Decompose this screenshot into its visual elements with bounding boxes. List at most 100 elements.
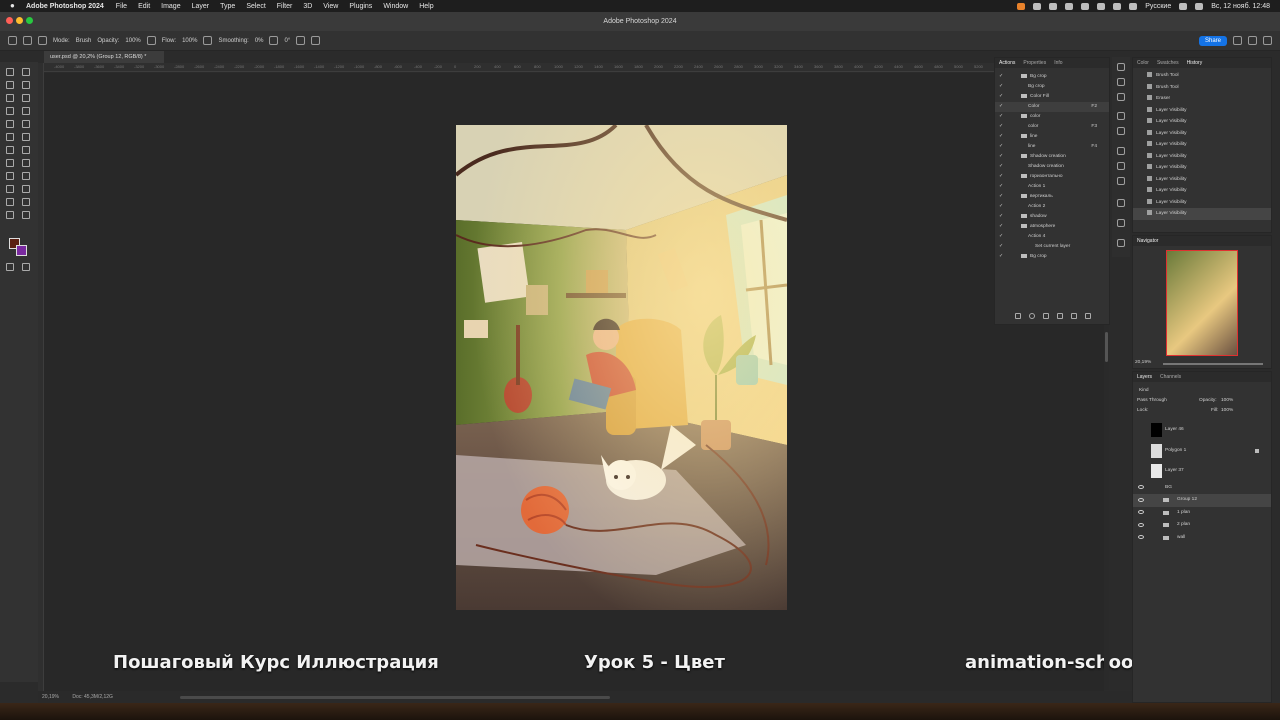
tab-info[interactable]: Info [1054, 60, 1062, 66]
history-state[interactable]: Layer Visibility [1133, 174, 1271, 186]
glyphs-icon[interactable] [1117, 219, 1125, 227]
zoom-level[interactable]: 20,19% [42, 694, 59, 700]
layer-row[interactable]: wall [1133, 532, 1271, 545]
action-toggle-checkbox[interactable]: ✓ [999, 152, 1004, 162]
action-toggle-checkbox[interactable]: ✓ [999, 112, 1004, 122]
tab-history[interactable]: History [1187, 60, 1203, 66]
menu-layer[interactable]: Layer [192, 3, 210, 10]
navigator-zoom[interactable]: 20,19% [1135, 360, 1151, 365]
tab-actions[interactable]: Actions [999, 60, 1015, 66]
app-name-menu[interactable]: Adobe Photoshop 2024 [26, 3, 104, 10]
color-icon[interactable] [1117, 147, 1125, 155]
blend-mode-select[interactable]: Pass Through [1137, 398, 1167, 403]
tab-layers[interactable]: Layers [1137, 374, 1152, 380]
brush-settings-icon[interactable] [38, 36, 47, 45]
menu-view[interactable]: View [323, 3, 338, 10]
home-icon[interactable] [8, 36, 17, 45]
gradient-tool-icon[interactable] [22, 146, 30, 154]
action-row[interactable]: ✓ color F3 [995, 122, 1109, 132]
navigator-zoom-slider[interactable] [1163, 363, 1263, 365]
menu-filter[interactable]: Filter [277, 3, 293, 10]
marquee-tool-icon[interactable] [22, 68, 30, 76]
history-state[interactable]: Layer Visibility [1133, 197, 1271, 209]
new-action-icon[interactable] [1071, 313, 1077, 319]
background-color-swatch[interactable] [16, 245, 27, 256]
battery-icon[interactable] [1113, 2, 1122, 10]
menu-type[interactable]: Type [220, 3, 235, 10]
action-row[interactable]: ✓ Bg crop [995, 252, 1109, 262]
eraser-tool-icon[interactable] [6, 146, 14, 154]
menu-3d[interactable]: 3D [303, 3, 312, 10]
history-brush-icon[interactable] [22, 133, 30, 141]
menu-image[interactable]: Image [161, 3, 180, 10]
history-state[interactable]: Layer Visibility [1133, 162, 1271, 174]
brush-tool-icon[interactable] [22, 120, 30, 128]
tools-icon[interactable] [1117, 199, 1125, 207]
history-state[interactable]: Brush Tool [1133, 70, 1271, 82]
history-state[interactable]: Layer Visibility [1133, 116, 1271, 128]
mode-select[interactable]: Brush [76, 38, 92, 44]
action-toggle-checkbox[interactable]: ✓ [999, 82, 1004, 92]
action-toggle-checkbox[interactable]: ✓ [999, 232, 1004, 242]
search-icon[interactable] [1179, 2, 1188, 10]
type-tool-icon[interactable] [22, 172, 30, 180]
layer-visibility-eye-icon[interactable] [1138, 497, 1144, 502]
recording-icon[interactable] [1017, 2, 1026, 10]
delete-action-icon[interactable] [1085, 313, 1091, 319]
close-window-button[interactable] [6, 17, 13, 24]
action-row[interactable]: ✓ Color Fill [995, 92, 1109, 102]
search-icon[interactable] [1233, 36, 1242, 45]
layer-visibility-eye-icon[interactable] [1138, 485, 1144, 490]
control-center-icon[interactable] [1195, 2, 1204, 10]
menu-file[interactable]: File [116, 3, 127, 10]
history-state[interactable]: Layer Visibility [1133, 185, 1271, 197]
document-size[interactable]: Doc: 45,3M/2,12G [72, 694, 113, 700]
symmetry-icon[interactable] [311, 36, 321, 45]
edit-toolbar-icon[interactable] [22, 211, 30, 219]
action-row[interactable]: ✓ Action 4 [995, 232, 1109, 242]
tab-swatches[interactable]: Swatches [1157, 60, 1179, 66]
record-icon[interactable] [1029, 313, 1035, 319]
new-set-icon[interactable] [1057, 313, 1063, 319]
canvas-horizontal-scrollbar[interactable] [180, 696, 610, 699]
action-toggle-checkbox[interactable]: ✓ [999, 102, 1004, 112]
action-toggle-checkbox[interactable]: ✓ [999, 242, 1004, 252]
action-row[interactable]: ✓ Bg crop [995, 72, 1109, 82]
pen-tool-icon[interactable] [6, 172, 14, 180]
action-row[interactable]: ✓ Action 2 [995, 202, 1109, 212]
sync-icon[interactable] [1049, 2, 1058, 10]
layer-row[interactable]: 2 plan [1133, 519, 1271, 532]
history-state[interactable]: Eraser [1133, 93, 1271, 105]
display-icon[interactable] [1033, 2, 1042, 10]
move-tool-icon[interactable] [6, 68, 14, 76]
layer-visibility-eye-icon[interactable] [1138, 510, 1144, 515]
layer-row[interactable]: Layer 46 [1133, 420, 1271, 441]
frame-tool-icon[interactable] [22, 94, 30, 102]
navigator-preview[interactable] [1166, 250, 1238, 356]
layer-row[interactable]: Layer 37 [1133, 461, 1271, 482]
pressure-size-icon[interactable] [296, 36, 306, 45]
pressure-opacity-icon[interactable] [146, 36, 156, 45]
shape-tool-icon[interactable] [22, 185, 30, 193]
action-toggle-checkbox[interactable]: ✓ [999, 182, 1004, 192]
layer-filter-select[interactable]: Kind [1139, 388, 1149, 393]
menu-help[interactable]: Help [419, 3, 433, 10]
wifi-icon[interactable] [1129, 2, 1138, 10]
workspace-icon[interactable] [1248, 36, 1257, 45]
action-row[interactable]: ✓ Bg crop [995, 82, 1109, 92]
action-row[interactable]: ✓ Color F2 [995, 102, 1109, 112]
airbrush-icon[interactable] [203, 36, 213, 45]
smoothing-input[interactable]: 0% [255, 38, 264, 44]
horizontal-ruler[interactable]: -4000 -3800 -3600 -3400 -3200 -3000 -2800 -2600… [44, 63, 994, 72]
action-row[interactable]: ✓ atmosphere [995, 222, 1109, 232]
share-button[interactable]: Share [1198, 35, 1227, 46]
history-state[interactable]: Brush Tool [1133, 82, 1271, 94]
play-icon[interactable] [1117, 63, 1125, 71]
opacity-input[interactable]: 100% [125, 38, 140, 44]
stop-icon[interactable] [1015, 313, 1021, 319]
screen-mode-icon[interactable] [22, 263, 30, 271]
action-toggle-checkbox[interactable]: ✓ [999, 222, 1004, 232]
brush-settings-panel-icon[interactable] [1117, 239, 1125, 247]
language-indicator[interactable]: Русские [1145, 3, 1171, 10]
smoothing-options-icon[interactable] [269, 36, 279, 45]
